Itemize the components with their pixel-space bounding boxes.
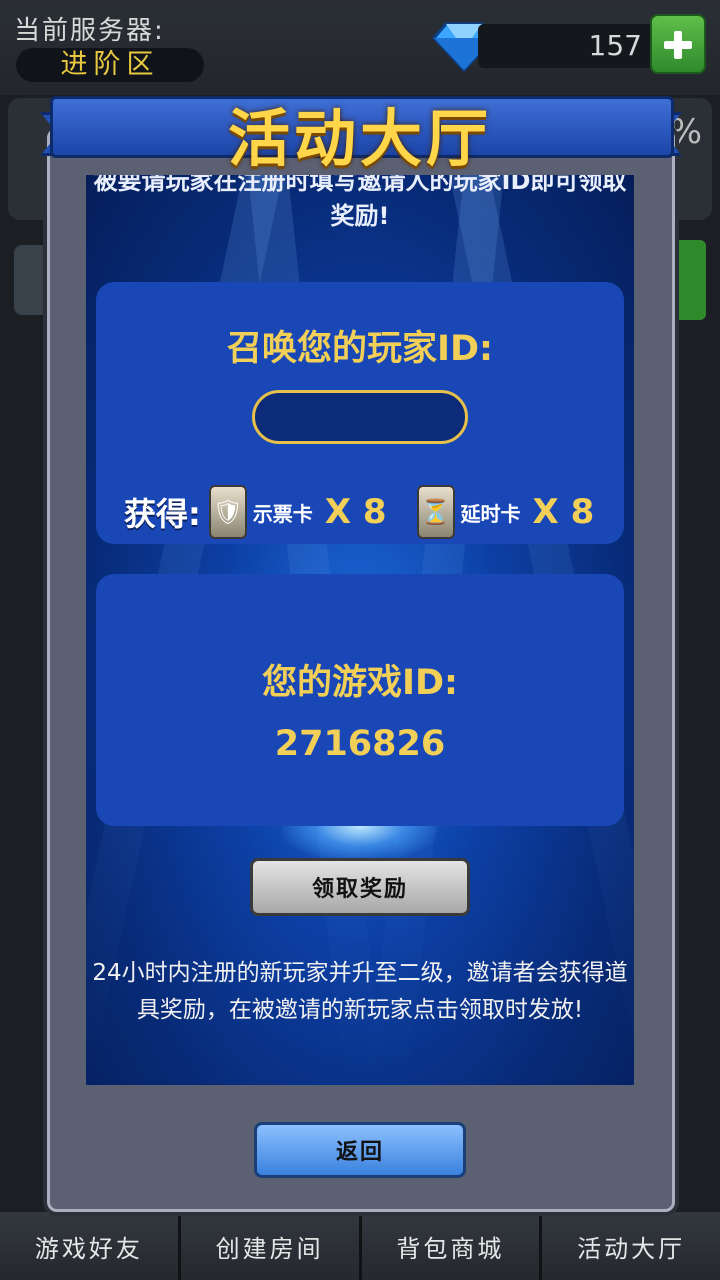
modal-title: 活动大厅 <box>227 102 492 175</box>
ticket-card-icon: 🛡 <box>208 485 247 539</box>
reward-name: 示票卡 <box>252 501 313 526</box>
bottom-nav: 游戏好友 创建房间 背包商城 活动大厅 <box>0 1212 720 1280</box>
back-button[interactable]: 返回 <box>254 1122 466 1178</box>
invite-card: 召唤您的玩家ID: 获得: 🛡 示票卡 X 8 ⏳ 延时卡 X 8 <box>96 282 624 544</box>
top-bar: 当前服务器: 进阶区 157 <box>0 0 720 95</box>
add-gems-button[interactable] <box>650 14 706 74</box>
reward-qty: X 8 <box>324 492 387 532</box>
game-id-card: 您的游戏ID: 2716826 <box>96 574 624 826</box>
game-id-value: 2716826 <box>274 724 446 764</box>
nav-events[interactable]: 活动大厅 <box>542 1212 720 1280</box>
nav-shop[interactable]: 背包商城 <box>361 1212 543 1280</box>
reward-qty: X 8 <box>532 492 595 532</box>
light-glow <box>282 826 438 862</box>
server-name[interactable]: 进阶区 <box>16 48 204 82</box>
nav-friends[interactable]: 游戏好友 <box>0 1212 181 1280</box>
claim-reward-button[interactable]: 领取奖励 <box>250 858 470 916</box>
invite-info-text: 24小时内注册的新玩家并升至二级，邀请者会获得道具奖励，在被邀请的新玩家点击领取… <box>92 960 628 1023</box>
inviter-id-input[interactable] <box>252 390 468 444</box>
game-id-title: 您的游戏ID: <box>261 663 459 703</box>
scrolled-text: 被要请玩家在注册时填写邀请人的玩家ID即可领取奖励! <box>93 175 627 230</box>
hourglass-card-icon: ⏳ <box>416 485 455 539</box>
gem-count: 157 <box>478 24 654 68</box>
reward-row: 获得: 🛡 示票卡 X 8 ⏳ 延时卡 X 8 <box>124 482 616 542</box>
invite-title: 召唤您的玩家ID: <box>226 329 494 369</box>
server-label: 当前服务器: <box>14 16 165 46</box>
reward-label: 获得: <box>124 495 201 533</box>
reward-name: 延时卡 <box>460 501 521 526</box>
nav-create-room[interactable]: 创建房间 <box>180 1212 362 1280</box>
